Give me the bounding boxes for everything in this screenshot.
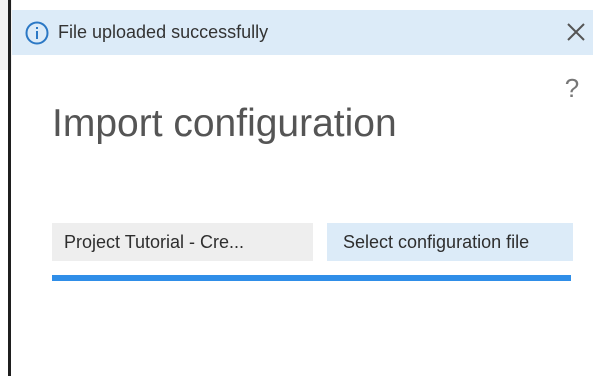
success-notification: File uploaded successfully [12,10,593,55]
left-edge-line [8,0,11,376]
upload-progress-fill [52,275,571,281]
selected-file-name: Project Tutorial - Cre... [52,223,313,261]
info-icon [23,19,51,47]
close-icon[interactable] [564,20,588,44]
left-edge [0,0,12,376]
help-icon[interactable]: ? [560,74,584,102]
upload-progress-bar [52,275,571,281]
select-configuration-file-button[interactable]: Select configuration file [327,223,573,261]
import-configuration-dialog: File uploaded successfully ? Import conf… [0,0,593,376]
notification-message: File uploaded successfully [58,22,269,42]
page-title: Import configuration [52,102,397,145]
